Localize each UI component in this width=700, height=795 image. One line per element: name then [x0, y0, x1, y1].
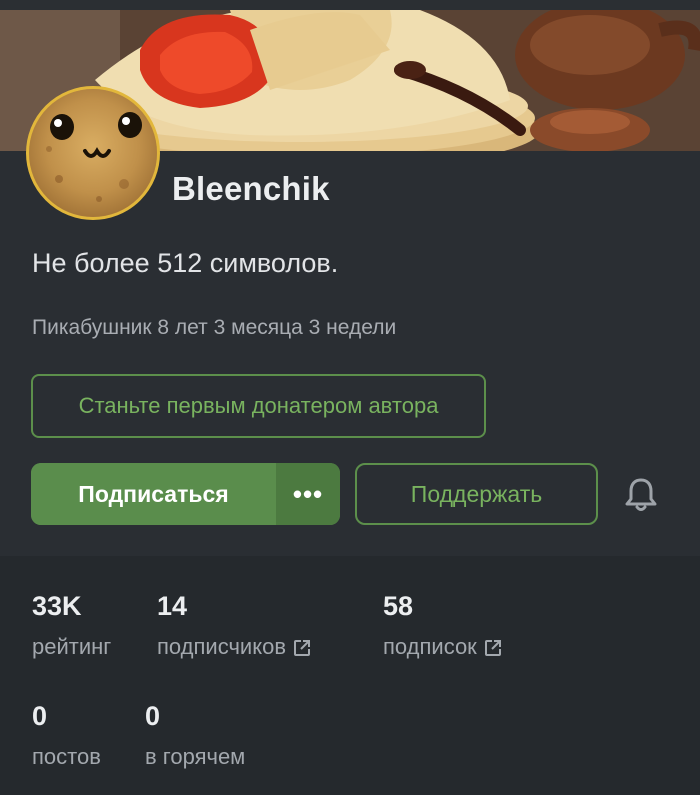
subscribe-button[interactable]: Подписаться — [31, 463, 276, 525]
stat-value: 0 — [32, 701, 48, 731]
stat-value: 14 — [157, 591, 188, 621]
stat-label-row: подписчиков — [157, 634, 312, 660]
more-options-button[interactable]: ••• — [276, 463, 340, 525]
stat-value: 58 — [383, 591, 414, 621]
stat-label: постов — [32, 744, 101, 769]
stat-label: в горячем — [145, 744, 246, 769]
stat-label: подписок — [383, 634, 477, 659]
stat-value: 0 — [145, 701, 161, 731]
member-since: Пикабушник 8 лет 3 месяца 3 недели — [32, 316, 397, 339]
external-link-icon[interactable] — [483, 638, 503, 658]
stat-subscribers[interactable]: 14 подписчиков — [157, 591, 312, 660]
stat-label: рейтинг — [32, 634, 112, 659]
external-link-icon[interactable] — [292, 638, 312, 658]
bell-icon[interactable] — [624, 477, 658, 513]
subscribe-button-group: Подписаться ••• — [31, 463, 340, 525]
avatar[interactable] — [26, 86, 160, 220]
stat-hot: 0 в горячем — [145, 701, 245, 770]
stat-rating: 33K рейтинг — [32, 591, 111, 660]
avatar-pancake-face-icon — [29, 89, 157, 217]
top-strip — [0, 0, 700, 10]
stat-value: 33K — [32, 591, 82, 621]
stat-subscriptions[interactable]: 58 подписок — [383, 591, 503, 660]
profile-about: Не более 512 символов. — [32, 248, 339, 278]
username: Bleenchik — [172, 170, 330, 207]
donate-button[interactable]: Станьте первым донатером автора — [31, 374, 486, 438]
stat-posts: 0 постов — [32, 701, 101, 770]
support-button[interactable]: Поддержать — [355, 463, 598, 525]
stat-label-row: подписок — [383, 634, 503, 660]
stat-label: подписчиков — [157, 634, 287, 659]
